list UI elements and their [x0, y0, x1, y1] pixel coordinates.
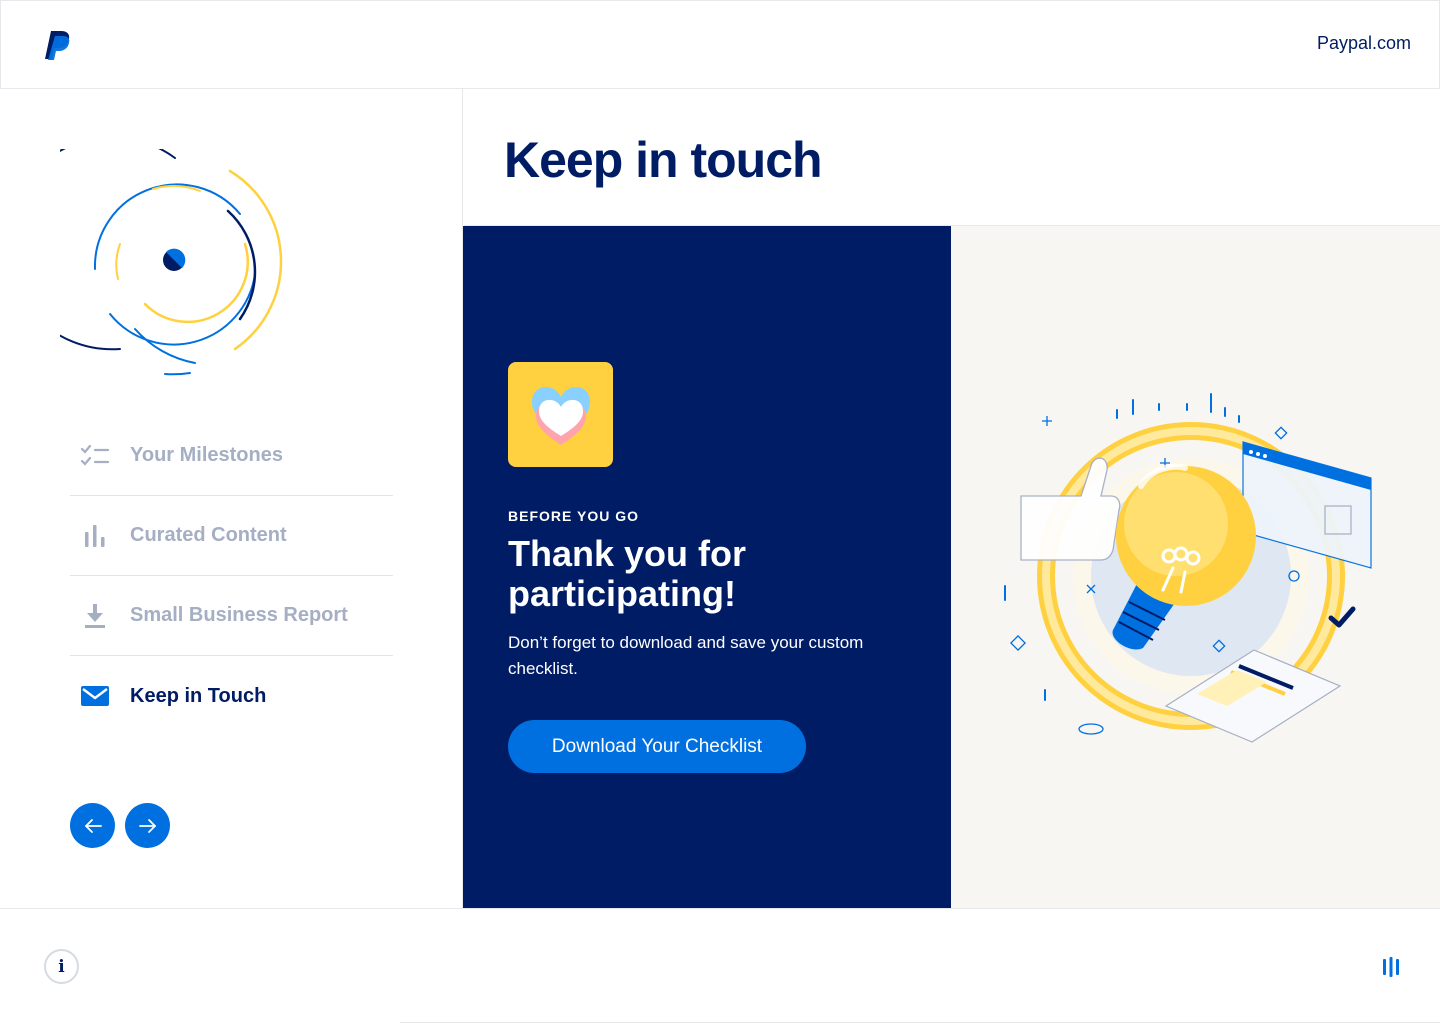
footer-divider: [400, 1022, 1440, 1023]
title-area: Keep in touch: [464, 89, 1440, 226]
illustration-panel: [951, 226, 1440, 909]
nav-item-keep-in-touch[interactable]: Keep in Touch: [70, 656, 393, 736]
next-button[interactable]: [125, 803, 170, 848]
orbit-decoration: [60, 149, 283, 376]
page-title: Keep in touch: [504, 132, 823, 188]
download-icon: [80, 601, 110, 631]
checklist-icon: [80, 441, 110, 471]
nav-label: Keep in Touch: [130, 684, 267, 707]
nav-label: Curated Content: [130, 524, 287, 546]
arrow-right-icon: [138, 818, 156, 833]
panel-heading: Thank you for participating!: [508, 533, 747, 614]
paypal-com-link[interactable]: Paypal.com: [1317, 33, 1411, 54]
nav-label: Your Milestones: [130, 444, 283, 466]
envelope-icon: [80, 681, 110, 711]
nav-item-your-milestones[interactable]: Your Milestones: [70, 416, 393, 496]
pagination-arrows: [70, 803, 170, 848]
nav-item-curated-content[interactable]: Curated Content: [70, 496, 393, 576]
sidebar: Your Milestones Curated Content Small Bu…: [0, 89, 463, 909]
nav-item-small-business-report[interactable]: Small Business Report: [70, 576, 393, 656]
nav-label: Small Business Report: [130, 604, 348, 626]
arrow-left-icon: [84, 818, 102, 833]
paypal-logo-icon[interactable]: [43, 29, 73, 61]
eyebrow-text: BEFORE YOU GO: [508, 508, 639, 524]
bar-chart-icon: [80, 521, 110, 551]
panel-body-text: Don’t forget to download and save your c…: [508, 633, 864, 678]
download-checklist-button[interactable]: Download Your Checklist: [508, 720, 806, 773]
bottom-bar: i: [0, 908, 1440, 1024]
section-nav: Your Milestones Curated Content Small Bu…: [70, 416, 393, 736]
previous-button[interactable]: [70, 803, 115, 848]
top-header: Paypal.com: [0, 0, 1440, 89]
lightbulb-thumbs-up-illustration: [1004, 393, 1372, 743]
info-button[interactable]: i: [44, 949, 79, 984]
thank-you-panel: BEFORE YOU GO Thank you for participatin…: [463, 226, 951, 909]
heart-icon: [531, 386, 590, 445]
heart-tile: [508, 362, 613, 467]
vertical-bars-icon[interactable]: [1382, 957, 1400, 977]
